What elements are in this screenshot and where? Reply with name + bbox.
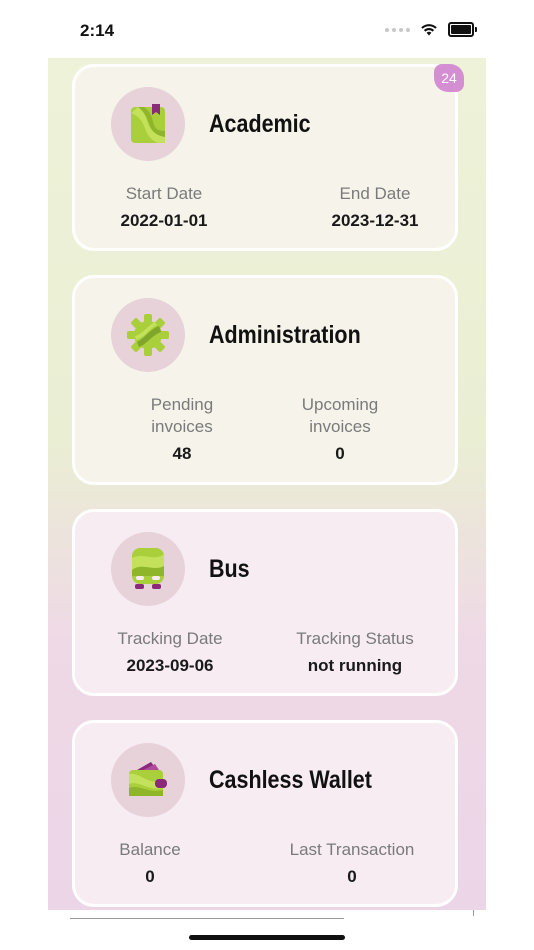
stat-label: Tracking Status [296, 629, 414, 648]
upcoming-invoices-stat: Upcoming invoices 0 [290, 394, 390, 464]
stat-label: Pending invoices [150, 395, 214, 436]
balance-stat: Balance 0 [105, 839, 195, 887]
status-time: 2:14 [80, 21, 115, 40]
status-icons [385, 22, 477, 37]
wifi-icon [421, 24, 437, 36]
stat-label: Balance [119, 840, 181, 859]
last-transaction-stat: Last Transaction 0 [275, 839, 429, 887]
dashboard-scroll-area[interactable]: Academic Start Date 2022-01-01 End Date … [48, 58, 486, 910]
pending-invoices-stat: Pending invoices 48 [137, 394, 227, 464]
stat-label: End Date [339, 184, 411, 203]
stat-label: Start Date [125, 184, 203, 203]
stat-value: 2023-12-31 [331, 211, 419, 230]
stat-label: Last Transaction [289, 840, 415, 859]
book-icon [111, 87, 185, 161]
academic-card[interactable]: Academic Start Date 2022-01-01 End Date … [72, 64, 458, 251]
tab-bar-divider [70, 918, 344, 919]
cellular-signal-icon [385, 27, 410, 32]
stat-value: not running [307, 656, 403, 675]
home-indicator[interactable] [189, 935, 345, 940]
tab-bar-divider-tick [473, 910, 474, 916]
end-date-stat: End Date 2023-12-31 [325, 183, 425, 231]
stat-value: 0 [335, 444, 345, 463]
gear-icon [111, 298, 185, 372]
stat-value: 0 [347, 867, 357, 886]
wallet-icon [111, 743, 185, 817]
notification-badge[interactable]: 24 [434, 64, 464, 92]
stat-label: Upcoming invoices [301, 395, 379, 436]
start-date-stat: Start Date 2022-01-01 [119, 183, 209, 231]
cashless-wallet-card[interactable]: Cashless Wallet Balance 0 Last Transacti… [72, 720, 458, 907]
battery-icon [448, 22, 477, 37]
stat-label: Tracking Date [117, 629, 223, 648]
card-title: Academic [209, 109, 311, 138]
stat-value: 2022-01-01 [120, 211, 208, 230]
stat-value: 48 [172, 444, 192, 463]
stat-value: 0 [145, 867, 155, 886]
administration-card[interactable]: Administration Pending invoices 48 Upcom… [72, 275, 458, 485]
stat-value: 2023-09-06 [126, 656, 214, 675]
card-title: Cashless Wallet [209, 765, 372, 794]
bus-icon [111, 532, 185, 606]
card-title: Bus [209, 554, 250, 583]
status-bar: 2:14 [0, 0, 534, 58]
tracking-status-stat: Tracking Status not running [281, 628, 429, 676]
card-title: Administration [209, 320, 361, 349]
bus-card[interactable]: Bus Tracking Date 2023-09-06 Tracking St… [72, 509, 458, 696]
tracking-date-stat: Tracking Date 2023-09-06 [105, 628, 235, 676]
